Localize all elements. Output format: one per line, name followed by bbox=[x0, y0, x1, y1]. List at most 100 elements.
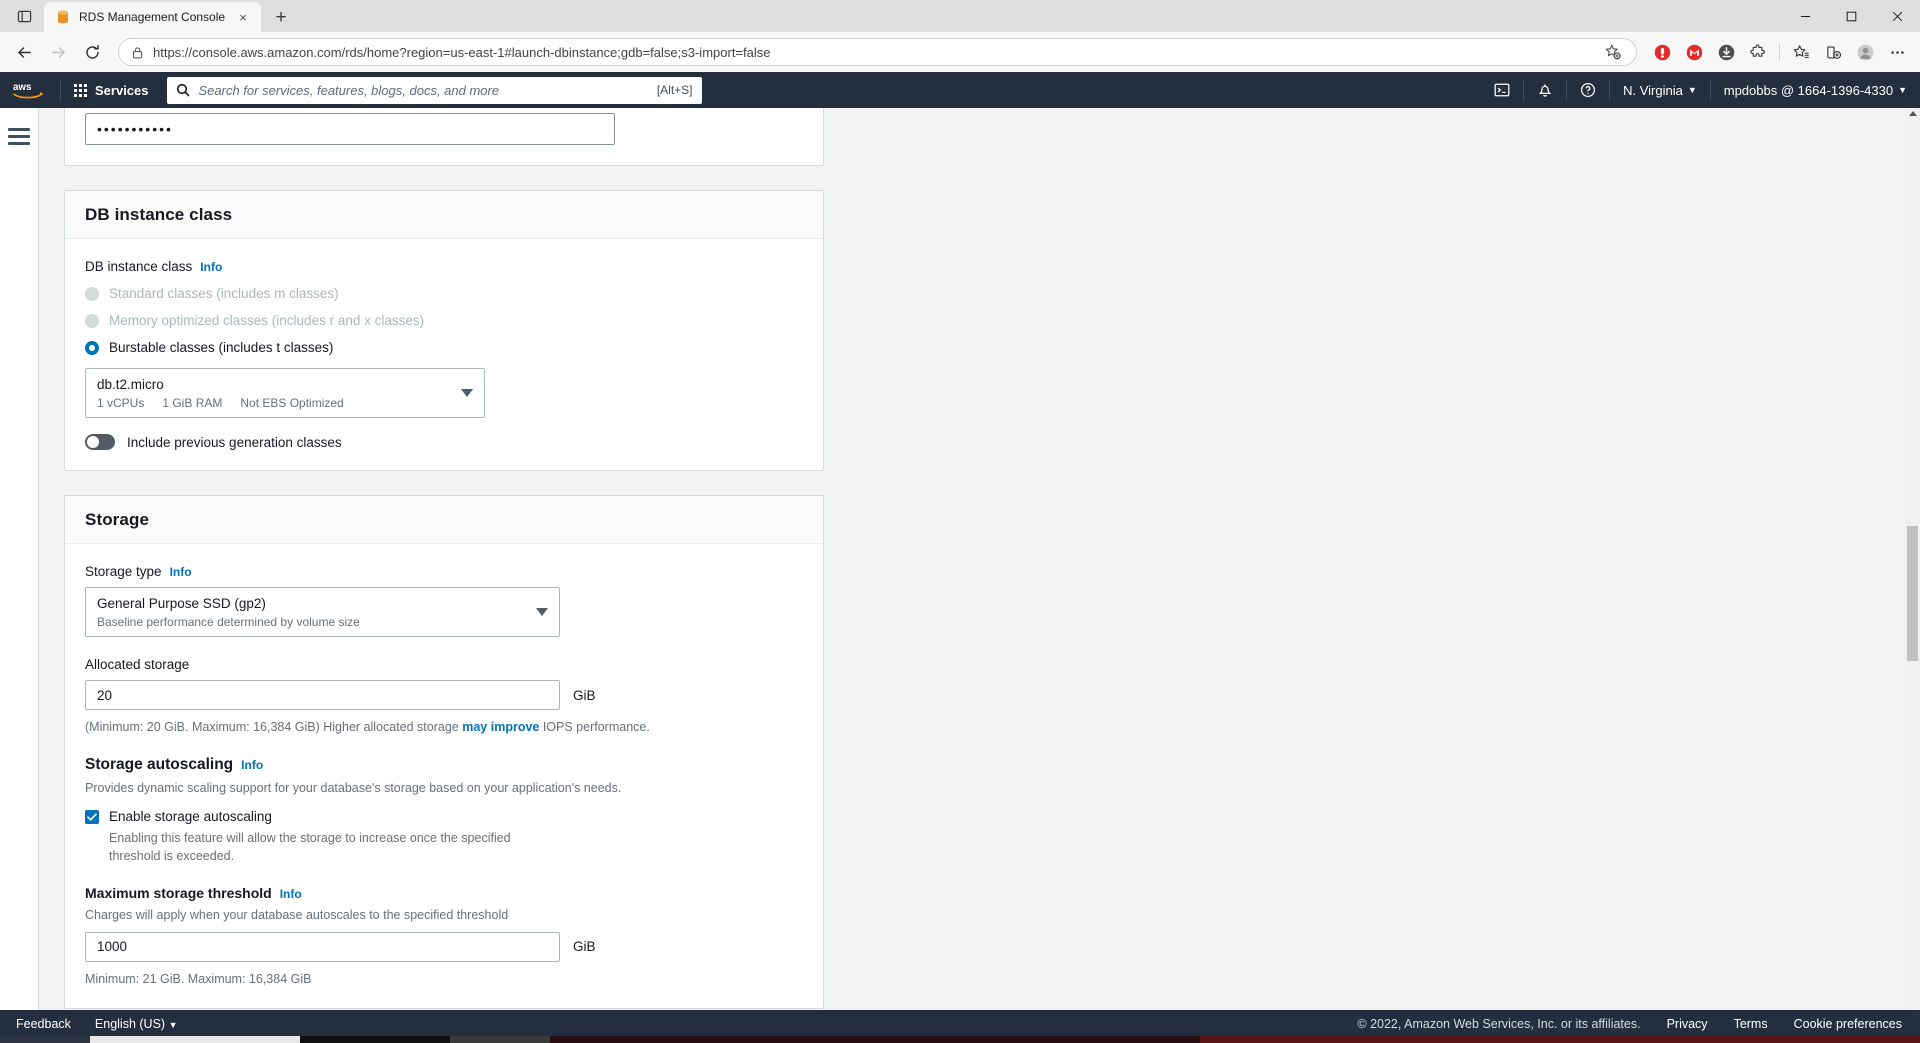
aws-search-input[interactable]: Search for services, features, blogs, do… bbox=[167, 77, 702, 104]
cookie-preferences-link[interactable]: Cookie preferences bbox=[1794, 1017, 1902, 1031]
search-icon bbox=[176, 83, 190, 97]
db-instance-class-field-label: DB instance class Info bbox=[85, 259, 803, 274]
svg-text:aws: aws bbox=[13, 82, 31, 93]
storage-autoscaling-title: Storage autoscaling Info bbox=[85, 756, 803, 774]
maximum-storage-threshold-hint: Minimum: 21 GiB. Maximum: 16,384 GiB bbox=[85, 970, 803, 988]
close-icon[interactable]: × bbox=[233, 7, 253, 27]
collections-icon[interactable] bbox=[1818, 37, 1848, 67]
chevron-down-icon: ▼ bbox=[1688, 85, 1697, 95]
radio-icon-selected bbox=[85, 341, 99, 355]
bell-icon[interactable] bbox=[1524, 72, 1566, 108]
page-scrollbar[interactable] bbox=[1905, 108, 1920, 1010]
info-link[interactable]: Info bbox=[170, 565, 192, 579]
info-link[interactable]: Info bbox=[241, 758, 263, 772]
download-icon[interactable] bbox=[1711, 37, 1741, 67]
info-link[interactable]: Info bbox=[200, 260, 222, 274]
chevron-down-icon: ▼ bbox=[1898, 85, 1907, 95]
close-window-icon[interactable] bbox=[1874, 0, 1920, 32]
profile-avatar-icon[interactable] bbox=[1850, 37, 1880, 67]
address-bar[interactable]: https://console.aws.amazon.com/rds/home?… bbox=[118, 38, 1637, 66]
ram-value: 1 GiB RAM bbox=[162, 396, 222, 410]
hint-prefix: (Minimum: 20 GiB. Maximum: 16,384 GiB) H… bbox=[85, 720, 462, 734]
new-tab-button[interactable]: + bbox=[267, 3, 295, 31]
settings-more-icon[interactable] bbox=[1882, 37, 1912, 67]
services-menu-button[interactable]: Services bbox=[61, 72, 162, 108]
allocated-storage-input[interactable]: 20 bbox=[85, 680, 560, 710]
allocated-storage-label: Allocated storage bbox=[85, 657, 803, 672]
extensions-puzzle-icon[interactable] bbox=[1743, 37, 1773, 67]
maximum-storage-threshold-row: 1000 GiB bbox=[85, 932, 803, 962]
language-selector[interactable]: English (US) ▼ bbox=[95, 1017, 178, 1031]
maximum-storage-threshold-description: Charges will apply when your database au… bbox=[85, 906, 803, 924]
account-menu[interactable]: mpdobbs @ 1664-1396-4330 ▼ bbox=[1711, 72, 1920, 108]
select-value: General Purpose SSD (gp2) bbox=[97, 596, 266, 611]
toolbar-divider bbox=[1779, 43, 1780, 61]
reload-icon[interactable] bbox=[76, 36, 108, 68]
select-value-details: 1 vCPUs 1 GiB RAM Not EBS Optimized bbox=[97, 396, 451, 410]
toggle-switch[interactable] bbox=[85, 434, 115, 450]
field-label-text: Storage type bbox=[85, 564, 162, 579]
footer-right-group: © 2022, Amazon Web Services, Inc. or its… bbox=[1357, 1017, 1920, 1031]
radio-label: Standard classes (includes m classes) bbox=[109, 286, 339, 301]
lock-icon bbox=[131, 46, 144, 59]
radio-icon bbox=[85, 287, 99, 301]
adblock-icon[interactable] bbox=[1647, 37, 1677, 67]
may-improve-link[interactable]: may improve bbox=[462, 720, 539, 734]
maximize-icon[interactable] bbox=[1828, 0, 1874, 32]
help-icon[interactable] bbox=[1567, 72, 1609, 108]
scroll-up-arrow-icon[interactable] bbox=[1909, 111, 1917, 116]
privacy-link[interactable]: Privacy bbox=[1667, 1017, 1708, 1031]
terms-link[interactable]: Terms bbox=[1734, 1017, 1768, 1031]
cloudshell-icon[interactable] bbox=[1481, 72, 1523, 108]
account-label: mpdobbs @ 1664-1396-4330 bbox=[1724, 83, 1893, 98]
db-instance-class-select[interactable]: db.t2.micro 1 vCPUs 1 GiB RAM Not EBS Op… bbox=[85, 368, 485, 418]
favorites-icon[interactable] bbox=[1786, 37, 1816, 67]
enable-storage-autoscaling-row[interactable]: Enable storage autoscaling Enabling this… bbox=[85, 808, 803, 865]
back-arrow-icon[interactable] bbox=[8, 36, 40, 68]
radio-option-burstable-classes[interactable]: Burstable classes (includes t classes) bbox=[85, 340, 803, 355]
radio-option-standard-classes[interactable]: Standard classes (includes m classes) bbox=[85, 286, 803, 301]
allocated-storage-hint: (Minimum: 20 GiB. Maximum: 16,384 GiB) H… bbox=[85, 718, 803, 736]
left-nav-rail bbox=[0, 108, 39, 1010]
chevron-down-icon: ▼ bbox=[169, 1020, 178, 1030]
storage-type-select[interactable]: General Purpose SSD (gp2) Baseline perfo… bbox=[85, 587, 560, 637]
maximum-storage-threshold-input[interactable]: 1000 bbox=[85, 932, 560, 962]
card-title: Storage bbox=[85, 510, 803, 530]
checkbox-checked-icon[interactable] bbox=[85, 810, 99, 824]
gmail-icon[interactable] bbox=[1679, 37, 1709, 67]
chevron-down-icon bbox=[536, 608, 548, 616]
services-label: Services bbox=[95, 83, 149, 98]
allocated-storage-row: 20 GiB bbox=[85, 680, 803, 710]
select-value: db.t2.micro bbox=[97, 377, 164, 392]
browser-tab-strip: RDS Management Console × + bbox=[0, 0, 1920, 32]
minimize-icon[interactable] bbox=[1782, 0, 1828, 32]
grid-icon bbox=[74, 84, 87, 97]
feedback-link[interactable]: Feedback bbox=[16, 1017, 71, 1031]
taskbar-window-strip bbox=[1200, 1036, 1920, 1043]
radio-label: Burstable classes (includes t classes) bbox=[109, 340, 333, 355]
select-value-group: General Purpose SSD (gp2) Baseline perfo… bbox=[97, 595, 526, 629]
master-password-input[interactable]: ••••••••••• bbox=[85, 113, 615, 145]
region-selector[interactable]: N. Virginia ▼ bbox=[1610, 72, 1710, 108]
field-label-text: DB instance class bbox=[85, 259, 192, 274]
tab-search-button[interactable] bbox=[6, 1, 42, 31]
scrollbar-thumb[interactable] bbox=[1907, 526, 1918, 661]
aws-console-footer: Feedback English (US) ▼ © 2022, Amazon W… bbox=[0, 1010, 1920, 1037]
add-favorite-icon[interactable] bbox=[1600, 39, 1626, 65]
aws-logo[interactable]: aws bbox=[13, 80, 60, 101]
section-title-text: Storage autoscaling bbox=[85, 756, 233, 774]
radio-option-memory-optimized-classes[interactable]: Memory optimized classes (includes r and… bbox=[85, 313, 803, 328]
include-previous-generation-toggle-row[interactable]: Include previous generation classes bbox=[85, 434, 803, 450]
info-link[interactable]: Info bbox=[280, 887, 302, 901]
hamburger-menu-icon[interactable] bbox=[8, 128, 30, 149]
taskbar-window-strip bbox=[300, 1036, 450, 1043]
copyright-text: © 2022, Amazon Web Services, Inc. or its… bbox=[1357, 1017, 1640, 1031]
select-value-group: db.t2.micro 1 vCPUs 1 GiB RAM Not EBS Op… bbox=[97, 376, 451, 410]
maximum-storage-threshold-title: Maximum storage threshold Info bbox=[85, 885, 803, 901]
toggle-label: Include previous generation classes bbox=[127, 435, 342, 450]
field-label-text: Allocated storage bbox=[85, 657, 189, 672]
browser-tab[interactable]: RDS Management Console × bbox=[44, 2, 261, 32]
main-content-scroll-region: ••••••••••• DB instance class DB instanc… bbox=[39, 108, 1920, 1010]
rds-database-icon bbox=[55, 9, 71, 25]
storage-card-header: Storage bbox=[65, 496, 823, 544]
